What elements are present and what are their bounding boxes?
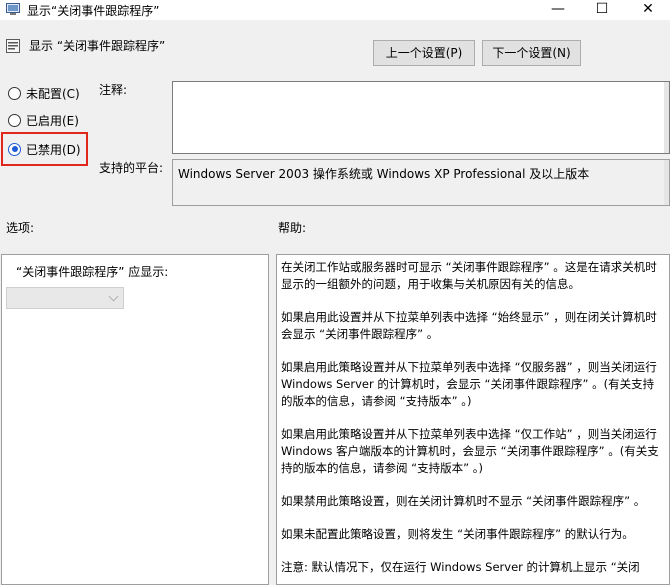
annotation-highlight-box (1, 132, 88, 166)
help-paragraph: 如果未配置此策略设置，则将发生 “关闭事件跟踪程序” 的默认行为。 (281, 527, 634, 541)
minimize-button[interactable]: — (536, 0, 580, 20)
options-panel: “关闭事件跟踪程序” 应显示: (1, 254, 269, 585)
close-button[interactable]: ✕ (626, 0, 670, 20)
display-mode-dropdown[interactable] (6, 287, 124, 309)
help-paragraph: 如果禁用此策略设置，则在关闭计算机时不显示 “关闭事件跟踪程序” 。 (281, 494, 646, 508)
help-paragraph: 如果启用此策略设置并从下拉菜单列表中选择 “仅工作站” ，则当关闭运行 Wind… (281, 427, 659, 475)
radio-enabled[interactable]: 已启用(E) (8, 111, 79, 129)
platform-value: Windows Server 2003 操作系统或 Windows XP Pro… (178, 167, 590, 181)
title-bar: 显示“关闭事件跟踪程序” — ☐ ✕ (0, 0, 670, 20)
policy-app-icon (6, 3, 20, 15)
help-paragraph: 如果启用此策略设置并从下拉菜单列表中选择 “仅服务器” ，则当关闭运行 Wind… (281, 360, 657, 408)
radio-circle[interactable] (8, 113, 21, 127)
comment-scrollbar[interactable] (664, 82, 669, 153)
help-paragraph: 注意: 默认情况下，仅在运行 Windows Server 的计算机上显示 “关… (281, 560, 640, 574)
policy-setting-icon (6, 39, 20, 53)
platform-label: 支持的平台: (99, 161, 164, 175)
radio-not-configured[interactable]: 未配置(C) (8, 84, 80, 102)
help-panel[interactable]: 在关闭工作站或服务器时可显示 “关闭事件跟踪程序” 。这是在请求关机时显示的一组… (276, 254, 670, 585)
setting-title: 显示 “关闭事件跟踪程序” (29, 39, 166, 53)
options-heading: 选项: (6, 221, 35, 235)
help-heading: 帮助: (278, 221, 307, 235)
radio-circle[interactable] (8, 86, 21, 100)
comment-label: 注释: (99, 83, 128, 97)
help-paragraph: 在关闭工作站或服务器时可显示 “关闭事件跟踪程序” 。这是在请求关机时显示的一组… (281, 260, 657, 291)
comment-textarea[interactable] (172, 81, 670, 154)
next-setting-button[interactable]: 下一个设置(N) (482, 40, 581, 66)
radio-label: 已启用(E) (26, 113, 79, 128)
chevron-down-icon (108, 291, 119, 302)
radio-label: 未配置(C) (26, 86, 80, 101)
maximize-button[interactable]: ☐ (580, 0, 624, 20)
previous-setting-button[interactable]: 上一个设置(P) (373, 40, 475, 66)
platform-field: Windows Server 2003 操作系统或 Windows XP Pro… (172, 159, 670, 206)
platform-scrollbar[interactable] (664, 160, 669, 205)
options-field-label: “关闭事件跟踪程序” 应显示: (16, 265, 169, 279)
help-paragraph: 如果启用此设置并从下拉菜单列表中选择 “始终显示” ，则在闭关计算机时会显示 “… (281, 310, 657, 341)
window-title: 显示“关闭事件跟踪程序” (27, 4, 160, 18)
